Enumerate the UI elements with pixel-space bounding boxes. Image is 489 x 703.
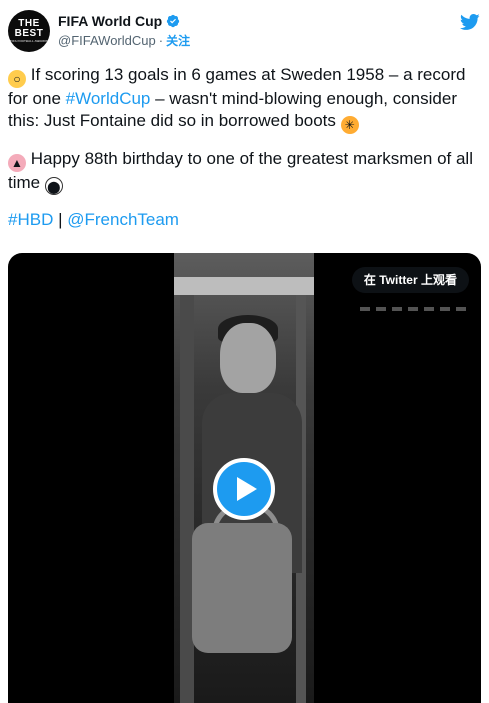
handle-row: @FIFAWorldCup · 关注 (58, 32, 190, 49)
video-caption-dots (360, 307, 470, 311)
tweet-header: THE BEST FIFA FOOTBALL AWARDS FIFA World… (8, 10, 481, 54)
door-frame (174, 277, 314, 295)
handle[interactable]: @FIFAWorldCup (58, 33, 156, 48)
avatar-line-3: FIFA FOOTBALL AWARDS (10, 39, 48, 43)
p3-separator: | (53, 210, 68, 229)
birthday-cake-emoji: ▲ (8, 154, 26, 172)
twitter-bird-icon[interactable] (459, 12, 481, 32)
verified-badge-icon (167, 14, 180, 28)
name-row: FIFA World Cup (58, 13, 180, 29)
display-name[interactable]: FIFA World Cup (58, 13, 162, 29)
player-head (220, 323, 276, 393)
play-icon (236, 477, 257, 501)
tweet-paragraph-2: ▲ Happy 88th birthday to one of the grea… (8, 148, 482, 195)
avatar-line-2: BEST (14, 28, 44, 39)
separator: · (158, 33, 164, 48)
bag (192, 523, 292, 653)
tweet-paragraph-1: ○ If scoring 13 goals in 6 games at Swed… (8, 64, 482, 134)
exploding-head-emoji: ✳ (340, 116, 359, 134)
soccer-ball-emoji: ⬤ (44, 177, 63, 195)
avatar[interactable]: THE BEST FIFA FOOTBALL AWARDS (8, 10, 50, 52)
tweet-paragraph-3: #HBD | @FrenchTeam (8, 209, 482, 231)
play-button[interactable] (213, 458, 275, 520)
astonished-face-emoji: ○ (8, 70, 26, 88)
tweet-text: ○ If scoring 13 goals in 6 games at Swed… (8, 64, 482, 245)
hashtag-worldcup[interactable]: #WorldCup (66, 89, 151, 108)
watch-on-twitter-button[interactable]: 在 Twitter 上观看 (351, 267, 469, 293)
hashtag-hbd[interactable]: #HBD (8, 210, 53, 229)
follow-button[interactable]: 关注 (166, 32, 190, 49)
p2-text: Happy 88th birthday to one of the greate… (8, 149, 473, 192)
mention-frenchteam[interactable]: @FrenchTeam (67, 210, 179, 229)
video-player[interactable]: 在 Twitter 上观看 (8, 253, 481, 703)
